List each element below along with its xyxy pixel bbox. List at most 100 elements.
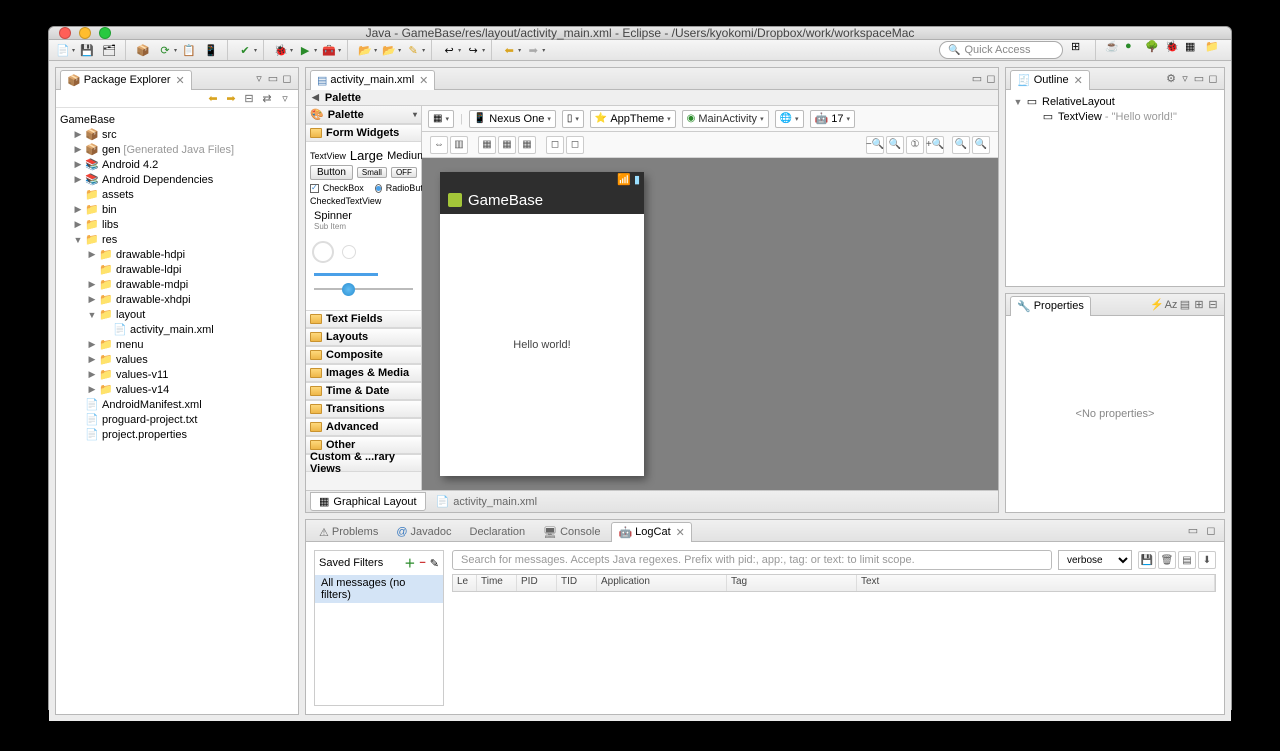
- view-menu-button[interactable]: ▿: [252, 72, 266, 86]
- add-filter-button[interactable]: ＋: [404, 555, 415, 571]
- maximize-view-button[interactable]: ◻: [1204, 524, 1218, 538]
- zoom-in-button[interactable]: +🔍: [926, 136, 944, 154]
- tab-outline[interactable]: 🧾 Outline ✕: [1010, 70, 1090, 90]
- link-editor-icon[interactable]: ⇄: [260, 92, 274, 106]
- canvas-clip-button[interactable]: ◻: [546, 136, 564, 154]
- section-custom[interactable]: Custom & ...rary Views: [306, 454, 421, 472]
- tree-item[interactable]: ▶📚Android 4.2: [58, 157, 296, 172]
- widget-subitem[interactable]: Sub Item: [310, 222, 417, 235]
- tree-item[interactable]: ▼📁res: [58, 232, 296, 247]
- widget-small-button[interactable]: Small: [357, 167, 387, 178]
- section-layouts[interactable]: Layouts: [306, 328, 421, 346]
- prop-btn4[interactable]: ⊞: [1192, 298, 1206, 312]
- tree-item[interactable]: 📁assets: [58, 187, 296, 202]
- tree-item[interactable]: ▶📁values-v11: [58, 367, 296, 382]
- save-log-button[interactable]: 💾: [1138, 551, 1156, 569]
- widget-checkbox[interactable]: [310, 184, 319, 193]
- design-canvas[interactable]: 📶▮ GameBase Hello world!: [422, 158, 998, 490]
- view-dropdown-icon[interactable]: ▿: [278, 92, 292, 106]
- tree-item[interactable]: ▶📁libs: [58, 217, 296, 232]
- tree-item[interactable]: 📄activity_main.xml: [58, 322, 296, 337]
- tab-javadoc[interactable]: @Javadoc: [389, 522, 458, 542]
- tree-item[interactable]: 📄project.properties: [58, 427, 296, 442]
- display-options-button[interactable]: ▤: [1178, 551, 1196, 569]
- sdk-manager-button[interactable]: 📦: [133, 40, 153, 60]
- maximize-editor-button[interactable]: ◻: [984, 72, 998, 86]
- canvas-states-button[interactable]: ▥: [450, 136, 468, 154]
- back-button[interactable]: ⬅: [499, 40, 519, 60]
- prop-btn5[interactable]: ⊟: [1206, 298, 1220, 312]
- widget-seekbar[interactable]: [314, 282, 413, 296]
- widget-progress-bar[interactable]: [314, 273, 378, 276]
- zoom-reset-button[interactable]: 🔍: [886, 136, 904, 154]
- run-button[interactable]: ▶: [295, 40, 315, 60]
- widget-large-text[interactable]: Large: [350, 148, 383, 163]
- logcat-search[interactable]: Search for messages. Accepts Java regexe…: [452, 550, 1052, 570]
- debug-perspective-icon[interactable]: 🐞: [1165, 40, 1181, 56]
- hierarchy-perspective-icon[interactable]: 🌳: [1145, 40, 1161, 56]
- minimize-view-button[interactable]: ▭: [1192, 72, 1206, 86]
- check-button[interactable]: ✔: [235, 40, 255, 60]
- view-menu-button[interactable]: ▿: [1178, 72, 1192, 86]
- orientation-dropdown[interactable]: ▯▾: [562, 110, 584, 128]
- remove-filter-button[interactable]: −: [419, 557, 425, 569]
- prop-btn2[interactable]: Aᴢ: [1164, 298, 1178, 312]
- tree-item[interactable]: ▼📁layout: [58, 307, 296, 322]
- tree-item[interactable]: 📄proguard-project.txt: [58, 412, 296, 427]
- tree-item[interactable]: ▶📁drawable-xhdpi: [58, 292, 296, 307]
- widget-checkedtextview[interactable]: CheckedTextView: [310, 196, 381, 206]
- tree-item[interactable]: ▶📦src: [58, 127, 296, 142]
- tree-item[interactable]: ▶📁bin: [58, 202, 296, 217]
- close-icon[interactable]: ✕: [1074, 74, 1083, 87]
- prop-btn1[interactable]: ⚡: [1150, 298, 1164, 312]
- tab-properties[interactable]: 🔧 Properties: [1010, 296, 1091, 316]
- forward-button[interactable]: ➡: [523, 40, 543, 60]
- log-level-select[interactable]: verbose: [1058, 550, 1132, 570]
- tree-item[interactable]: ▶📁values: [58, 352, 296, 367]
- widget-progress-large[interactable]: [312, 241, 334, 263]
- close-icon[interactable]: ✕: [676, 526, 685, 539]
- tab-activity-main[interactable]: ▤ activity_main.xml ✕: [310, 70, 435, 90]
- nav-fwd-button[interactable]: ↪: [463, 40, 483, 60]
- theme-dropdown[interactable]: ⭐ AppTheme ▾: [590, 110, 676, 128]
- widget-toggle-button[interactable]: OFF: [391, 167, 417, 178]
- filter-all-messages[interactable]: All messages (no filters): [315, 575, 443, 603]
- prop-btn3[interactable]: ▤: [1178, 298, 1192, 312]
- tree-item[interactable]: 📄AndroidManifest.xml: [58, 397, 296, 412]
- section-form-widgets[interactable]: Form Widgets: [306, 124, 421, 142]
- minimize-view-button[interactable]: ▭: [266, 72, 280, 86]
- new-class-button[interactable]: 📂: [379, 40, 399, 60]
- new-package-button[interactable]: 📂: [355, 40, 375, 60]
- locale-dropdown[interactable]: 🌐▾: [775, 110, 804, 128]
- canvas-grid1-button[interactable]: ▦: [478, 136, 496, 154]
- outline-filter-icon[interactable]: ⚙: [1164, 72, 1178, 86]
- tree-item[interactable]: ▶📦gen [Generated Java Files]: [58, 142, 296, 157]
- new-project-button[interactable]: 📱: [201, 40, 221, 60]
- zoom-fit-button[interactable]: 🔍: [952, 136, 970, 154]
- pixel-perspective-icon[interactable]: ▦: [1185, 40, 1201, 56]
- close-icon[interactable]: ✕: [419, 74, 428, 87]
- zoom-out-button[interactable]: −🔍: [866, 136, 884, 154]
- quick-access-search[interactable]: 🔍 Quick Access: [939, 41, 1063, 59]
- lint-button[interactable]: 📋: [179, 40, 199, 60]
- tab-problems[interactable]: ⚠Problems: [312, 522, 385, 542]
- tab-logcat[interactable]: 🤖LogCat✕: [611, 522, 691, 542]
- tab-declaration[interactable]: Declaration: [463, 522, 533, 542]
- resource-perspective-icon[interactable]: 📁: [1205, 40, 1221, 56]
- widget-button[interactable]: Button: [310, 165, 353, 180]
- activity-dropdown[interactable]: ◉ MainActivity ▾: [682, 110, 769, 128]
- section-composite[interactable]: Composite: [306, 346, 421, 364]
- canvas-outline-button[interactable]: ◻: [566, 136, 584, 154]
- section-advanced[interactable]: Advanced: [306, 418, 421, 436]
- config-dropdown[interactable]: ▦▾: [428, 110, 454, 128]
- section-text-fields[interactable]: Text Fields: [306, 310, 421, 328]
- save-all-button[interactable]: 🗂: [99, 40, 119, 60]
- external-tools-button[interactable]: 🧰: [319, 40, 339, 60]
- phone-content[interactable]: Hello world!: [440, 214, 644, 476]
- tree-item[interactable]: ▶📚Android Dependencies: [58, 172, 296, 187]
- widget-spinner[interactable]: Spinner: [310, 208, 417, 222]
- widget-progress-small[interactable]: [342, 245, 356, 259]
- java-perspective-icon[interactable]: ☕: [1105, 40, 1121, 56]
- section-images-media[interactable]: Images & Media: [306, 364, 421, 382]
- zoom-real-button[interactable]: 🔍: [972, 136, 990, 154]
